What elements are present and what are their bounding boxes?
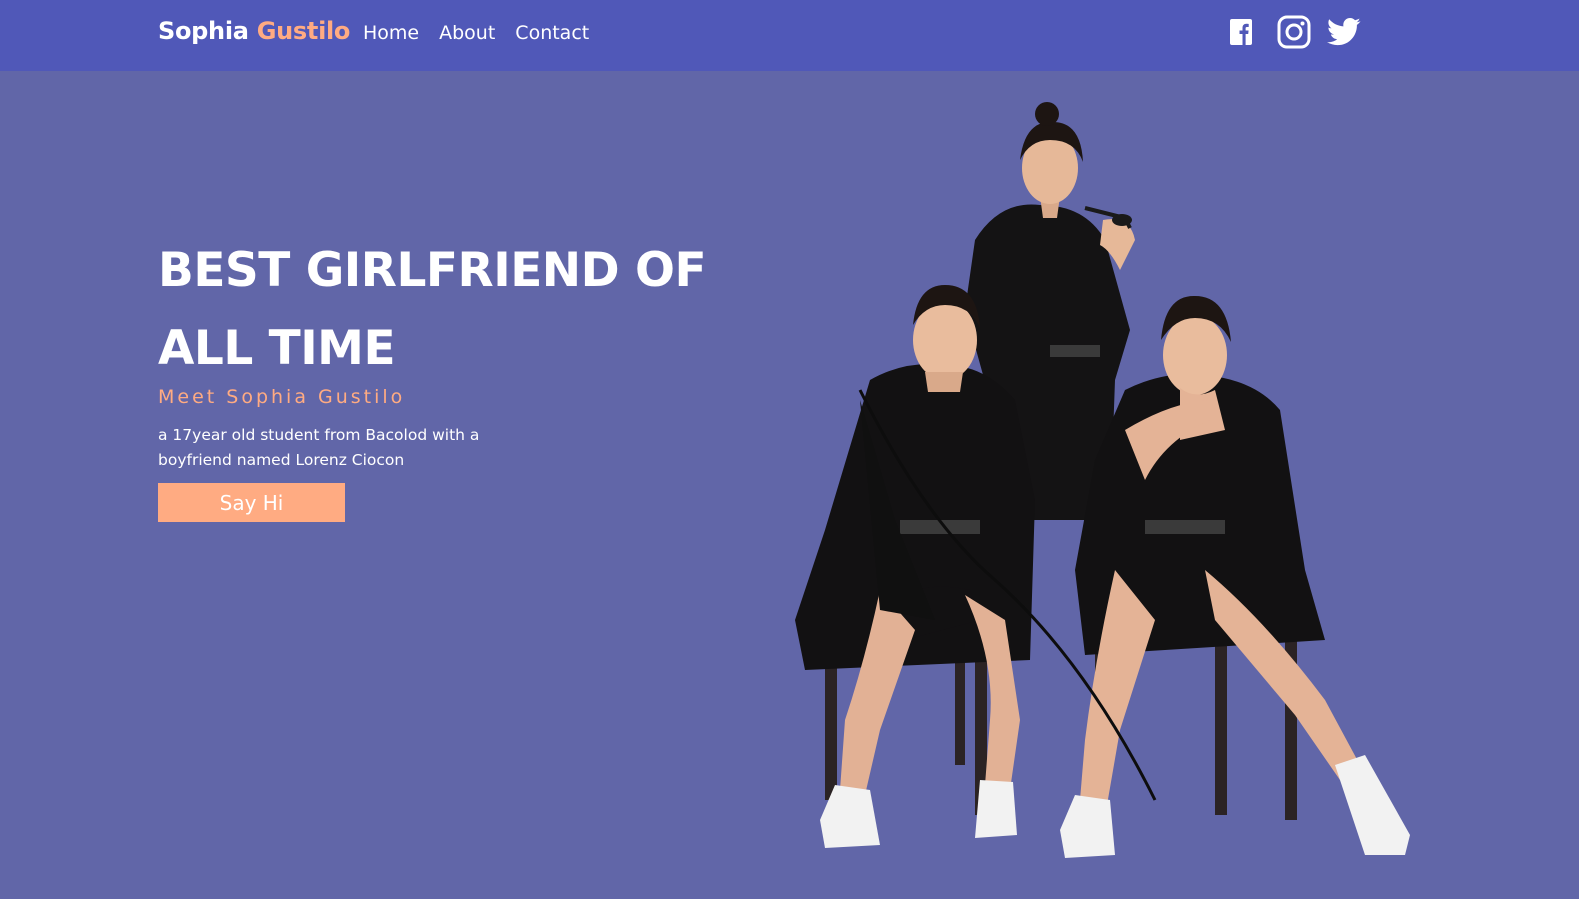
brand-logo[interactable]: Sophia Gustilo (158, 17, 350, 45)
nav-link-home[interactable]: Home (363, 22, 419, 44)
nav-link-about[interactable]: About (439, 22, 495, 44)
hero-subtitle: Meet Sophia Gustilo (158, 386, 406, 408)
hero-photo (795, 102, 1410, 858)
nav-link-contact[interactable]: Contact (515, 22, 589, 44)
hero-description: a 17year old student from Bacolod with a… (158, 426, 480, 469)
twitter-icon[interactable] (1327, 15, 1361, 49)
instagram-icon[interactable] (1277, 15, 1311, 49)
nav-links: Home About Contact (363, 22, 589, 44)
say-hi-button[interactable]: Say Hi (158, 483, 345, 522)
hero-title: BEST GIRLFRIEND OF ALL TIME (158, 243, 707, 376)
brand-last-name: Gustilo (256, 17, 351, 45)
brand-first-name: Sophia (158, 17, 249, 45)
facebook-icon[interactable] (1230, 15, 1252, 49)
navbar: Sophia Gustilo Home About Contact (0, 0, 1579, 71)
